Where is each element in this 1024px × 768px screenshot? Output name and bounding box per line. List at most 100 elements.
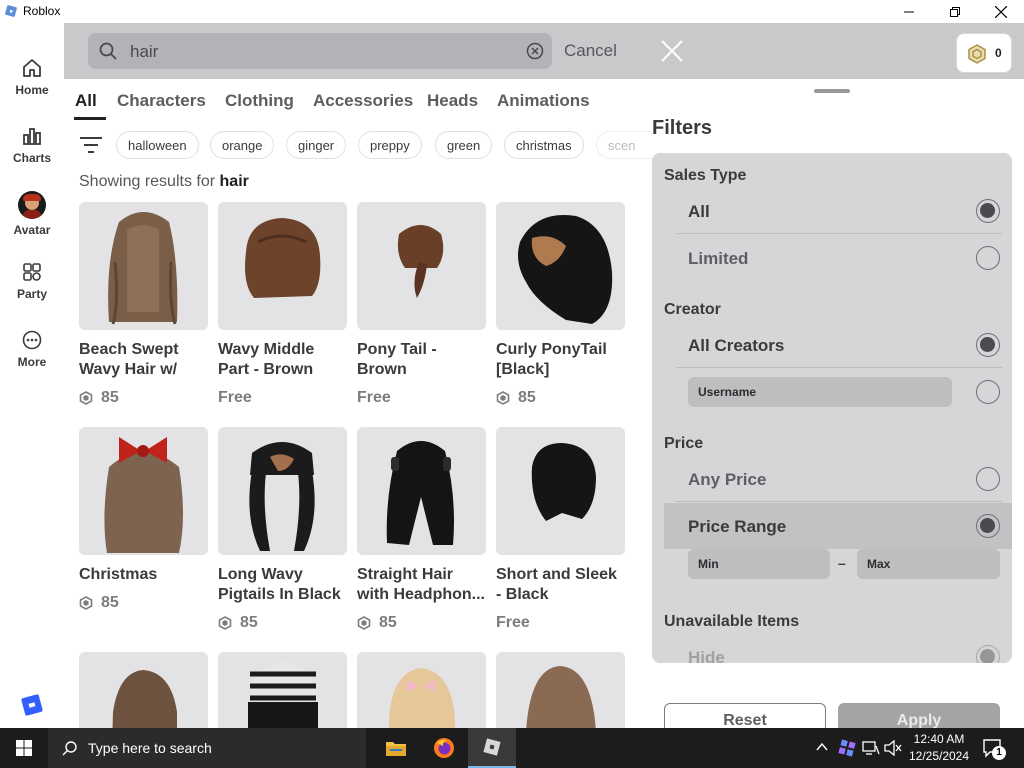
minimize-icon [904, 11, 914, 12]
firefox-button[interactable] [420, 728, 468, 768]
chip-green[interactable]: green [435, 131, 493, 159]
option-label: Any Price [688, 470, 767, 489]
nav-item-more[interactable]: More [0, 329, 64, 389]
notification-count: 1 [992, 746, 1006, 760]
item-price-value: 85 [101, 594, 119, 611]
radio-button[interactable] [976, 467, 1000, 491]
sales-type-title: Sales Type [664, 167, 747, 184]
chip-scen[interactable]: scen [596, 131, 652, 159]
maximize-button[interactable] [932, 0, 978, 23]
tab-all[interactable]: All [75, 91, 97, 111]
taskbar-search[interactable]: Type here to search [48, 728, 366, 768]
notification-center-button[interactable]: 1 [982, 736, 1006, 760]
cancel-button[interactable]: Cancel [564, 41, 617, 61]
nav-item-avatar[interactable]: Avatar [0, 191, 64, 251]
min-price-field[interactable]: Min [688, 549, 830, 579]
reset-button[interactable]: Reset [664, 703, 826, 728]
catalog-item-card[interactable] [79, 652, 208, 728]
tab-clothing[interactable]: Clothing [225, 91, 294, 111]
results-prefix: Showing results for [79, 173, 220, 190]
system-clock[interactable]: 12:40 AM 12/25/2024 [902, 731, 976, 765]
catalog-item-card[interactable]: Beach Swept Wavy Hair w/ 85 [79, 202, 208, 407]
radio-button[interactable] [976, 199, 1000, 223]
item-thumbnail [496, 202, 625, 330]
robux-balance-button[interactable]: 0 [956, 33, 1012, 73]
minimize-button[interactable] [886, 0, 932, 23]
roblox-logo-icon [21, 694, 43, 716]
nav-item-charts[interactable]: Charts [0, 125, 64, 185]
chip-preppy[interactable]: preppy [358, 131, 422, 159]
item-thumbnail [218, 427, 347, 555]
chip-christmas[interactable]: christmas [504, 131, 584, 159]
catalog-item-card[interactable]: Wavy Middle Part - Brown Free [218, 202, 347, 407]
top-bar: hair Cancel 0 [64, 23, 1024, 79]
radio-button[interactable] [976, 645, 1000, 663]
price-option-any[interactable]: Any Price [676, 456, 1002, 502]
close-icon[interactable] [660, 39, 684, 63]
item-price: Free [496, 614, 625, 632]
item-price-value: 85 [101, 389, 119, 406]
chip-ginger[interactable]: ginger [286, 131, 347, 159]
sales-type-option-all[interactable]: All [676, 188, 1002, 234]
catalog-item-card[interactable]: Christmas 85 [79, 427, 208, 612]
tab-characters[interactable]: Characters [117, 91, 206, 111]
network-icon[interactable] [862, 740, 880, 756]
catalog-item-card[interactable]: Short and Sleek - Black Free [496, 427, 625, 632]
option-label: Limited [688, 249, 749, 268]
chip-orange[interactable]: orange [210, 131, 275, 159]
item-price-value: 85 [379, 614, 397, 631]
catalog-item-card[interactable] [357, 652, 486, 728]
clock-time: 12:40 AM [913, 732, 965, 746]
catalog-item-card[interactable] [218, 652, 347, 728]
close-icon [995, 5, 1007, 18]
search-input[interactable]: hair [88, 33, 552, 69]
robux-icon [968, 44, 986, 64]
windows-taskbar: Type here to search 12:40 AM 12/25/2024 … [0, 728, 1024, 768]
taskbar-search-placeholder: Type here to search [88, 740, 212, 756]
price-title: Price [664, 435, 704, 452]
radio-button[interactable] [976, 333, 1000, 357]
item-thumbnail [357, 652, 486, 728]
file-explorer-button[interactable] [372, 728, 420, 768]
radio-button[interactable] [976, 514, 1000, 538]
catalog-item-card[interactable]: Long Wavy Pigtails In Black 85 [218, 427, 347, 632]
filter-icon[interactable] [80, 135, 102, 155]
apply-button[interactable]: Apply [838, 703, 1000, 728]
filter-options: Sales Type All Limited Creator All Creat… [652, 153, 1012, 663]
roblox-taskbar-button[interactable] [468, 728, 516, 768]
creator-option-all[interactable]: All Creators [676, 322, 1002, 368]
radio-button[interactable] [976, 246, 1000, 270]
search-query: hair [130, 42, 159, 61]
sales-type-option-limited[interactable]: Limited [676, 235, 1002, 281]
chip-halloween[interactable]: halloween [116, 131, 199, 159]
catalog-item-card[interactable]: Curly PonyTail [Black] 85 [496, 202, 625, 407]
catalog-item-card[interactable]: Straight Hair with Headphon... 85 [357, 427, 486, 632]
clear-search-icon[interactable] [526, 42, 544, 60]
item-price-value: 85 [518, 389, 536, 406]
nav-item-party[interactable]: Party [0, 261, 64, 321]
creator-option-username[interactable]: Username [676, 369, 1002, 415]
results-term: hair [219, 173, 249, 190]
nav-item-home[interactable]: Home [0, 57, 64, 117]
catalog-item-card[interactable]: Pony Tail - Brown Free [357, 202, 486, 407]
price-option-range[interactable]: Price Range [676, 503, 1002, 549]
clock-date: 12/25/2024 [908, 749, 970, 763]
chevron-up-icon[interactable] [816, 742, 828, 752]
catalog-item-card[interactable] [496, 652, 625, 728]
app-tray-icon[interactable] [838, 739, 856, 757]
divider [676, 367, 1002, 368]
start-button[interactable] [0, 728, 48, 768]
item-thumbnail [496, 427, 625, 555]
left-navigation: Home Charts Avatar Party More [0, 23, 64, 728]
drag-handle[interactable] [814, 89, 850, 93]
tab-heads[interactable]: Heads [427, 91, 478, 111]
tab-animations[interactable]: Animations [497, 91, 590, 111]
volume-muted-icon[interactable] [884, 740, 902, 756]
radio-button[interactable] [976, 380, 1000, 404]
close-window-button[interactable] [978, 0, 1024, 23]
unavailable-option-hide[interactable]: Hide [676, 634, 1002, 663]
username-field[interactable]: Username [688, 377, 952, 407]
max-price-field[interactable]: Max [857, 549, 1000, 579]
item-price: Free [218, 389, 347, 407]
tab-accessories[interactable]: Accessories [313, 91, 413, 111]
